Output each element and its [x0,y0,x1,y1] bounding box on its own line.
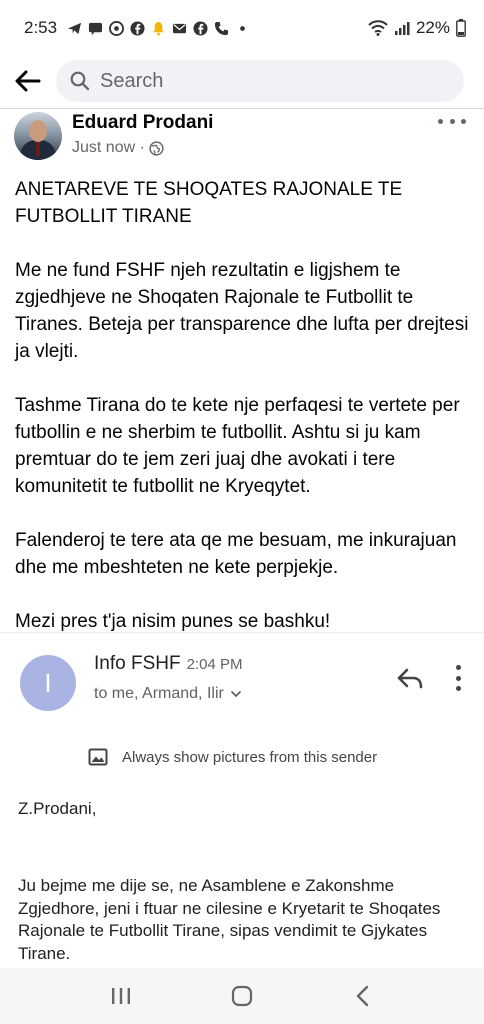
post-header: Eduard Prodani Just now · [0,108,484,168]
signal-icon [394,22,410,35]
post-options-button[interactable] [438,112,466,130]
dot-icon [240,25,245,31]
post-body: ANETAREVE TE SHOQATES RAJONALE TE FUTBOL… [15,176,477,662]
show-pictures-text: Always show pictures from this sender [122,748,378,766]
system-status: 22% [368,18,466,38]
home-icon [231,985,253,1007]
search-input[interactable] [100,69,400,93]
email-sender: Info FSHF 2:04 PM [94,653,242,675]
battery-icon [456,19,466,37]
sender-name: Info FSHF [94,653,181,674]
recipients-text: to me, Armand, Ilir [94,685,224,702]
telegram-icon [68,22,82,34]
chevron-left-icon [357,985,369,1007]
globe-icon [149,140,164,156]
show-pictures-row: Always show pictures from this sender [88,747,377,767]
back-button[interactable] [8,61,48,101]
dot-icon [449,118,455,124]
arrow-left-icon [15,70,41,92]
post-paragraph-title: ANETAREVE TE SHOQATES RAJONALE TE FUTBOL… [15,179,403,227]
message-icon [89,22,103,35]
battery-percent: 22% [415,18,450,37]
email-time: 2:04 PM [186,656,243,673]
sender-avatar: I [20,655,76,711]
post-author[interactable]: Eduard Prodani [72,112,213,134]
mail-icon [173,23,187,33]
navigation-bar [0,968,484,1024]
post-paragraph: Tashme Tirana do te kete nje perfaqesi t… [15,395,460,497]
reply-icon [397,668,423,689]
email-more-icon [452,665,464,691]
image-icon [88,748,108,766]
post-timestamp[interactable]: Just now · [72,139,145,157]
email-recipients: to me, Armand, Ilir [94,685,242,703]
facebook-icon [193,20,208,36]
dot-icon [461,118,466,124]
wifi-icon [368,20,388,36]
author-avatar[interactable] [14,112,62,160]
post-paragraph: Mezi pres t'ja nisim punes se bashku! [15,611,331,632]
search-header [0,56,484,106]
recent-apps-icon [111,988,130,1004]
nav-back-button[interactable] [343,976,383,1016]
email-body: Ju bejme me dije se, ne Asamblene e Zako… [18,876,441,963]
email-greeting: Z.Prodani, [18,799,97,818]
post-meta: Just now · [72,139,164,157]
home-button[interactable] [222,976,262,1016]
search-icon [70,71,90,91]
post-paragraph: Me ne fund FSHF njeh rezultatin e ligjsh… [15,260,469,362]
status-time: 2:53 [24,18,58,37]
dot-icon [438,118,443,124]
bell-icon [152,21,165,36]
email-image[interactable]: I Info FSHF 2:04 PM to me, Armand, Ilir A… [0,632,484,968]
chevron-down-icon [230,690,241,698]
search-box[interactable] [56,60,464,102]
recent-apps-button[interactable] [101,976,141,1016]
notification-icons [67,20,250,36]
status-bar: 2:53 22% [0,0,484,56]
phone-icon [215,21,229,35]
facebook-icon [130,20,145,36]
post-paragraph: Falenderoj te tere ata qe me besuam, me … [15,530,457,578]
chrome-icon [109,20,125,36]
